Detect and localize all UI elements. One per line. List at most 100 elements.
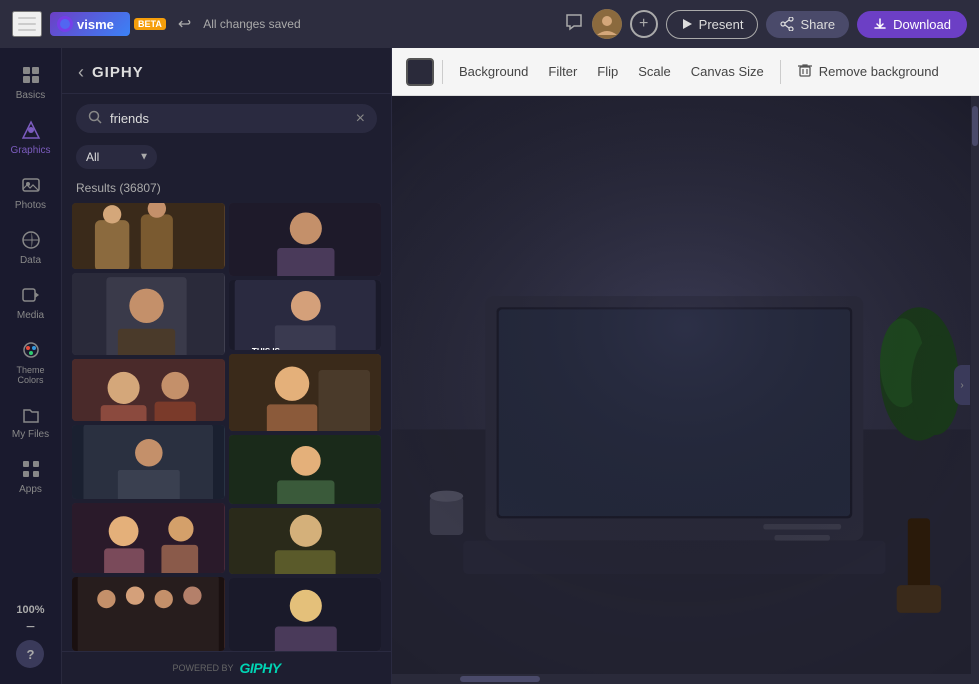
filter-wrapper: All GIFs Stickers Clips ▼	[76, 145, 157, 169]
gif-item[interactable]	[72, 203, 225, 269]
filter-select[interactable]: All GIFs Stickers Clips	[76, 145, 157, 169]
sidebar-item-my-files[interactable]: My Files	[3, 395, 59, 448]
gif-item[interactable]: THAT IS BRAND NEW INFORMATION!	[72, 359, 225, 421]
gif-item[interactable]	[72, 425, 225, 499]
gif-item[interactable]	[72, 577, 225, 651]
trash-icon	[797, 62, 813, 82]
apps-icon	[20, 458, 42, 480]
sidebar-item-theme-colors[interactable]: Theme Colors	[3, 331, 59, 393]
download-button[interactable]: Download	[857, 11, 967, 38]
add-collaborator-button[interactable]: +	[630, 10, 658, 38]
present-button[interactable]: Present	[666, 10, 759, 39]
sidebar-label-media: Media	[17, 310, 44, 321]
gif-thumbnail	[72, 577, 225, 651]
canvas-scene	[392, 96, 979, 674]
sidebar-label-basics: Basics	[16, 90, 45, 101]
gif-thumbnail: THAT IS BRAND NEW INFORMATION!	[72, 359, 225, 421]
basics-icon	[20, 64, 42, 86]
gif-grid: THAT IS BRAND NEW INFORMATION!	[62, 203, 391, 651]
search-input[interactable]	[110, 111, 348, 126]
giphy-branding: POWERED BY GIPHY	[62, 651, 391, 684]
sidebar-label-my-files: My Files	[12, 429, 49, 440]
graphics-icon	[20, 119, 42, 141]
toolbar-separator	[442, 60, 443, 84]
data-icon	[20, 229, 42, 251]
comment-icon	[564, 12, 584, 32]
gif-item[interactable]	[72, 503, 225, 573]
color-swatch[interactable]	[406, 58, 434, 86]
zoom-minus-button[interactable]: −	[26, 620, 35, 636]
gif-item[interactable]	[229, 578, 382, 651]
h-scrollbar-thumb[interactable]	[460, 676, 540, 682]
giphy-panel-title: GIPHY	[92, 64, 144, 81]
toolbar-separator-2	[780, 60, 781, 84]
main-area: Basics Graphics Photos Data Media	[0, 48, 979, 684]
scrollbar-thumb[interactable]	[972, 106, 978, 146]
collapse-panel-button[interactable]: ›	[954, 365, 970, 405]
media-icon	[20, 284, 42, 306]
gif-item[interactable]	[72, 273, 225, 355]
gif-thumbnail	[72, 273, 225, 355]
sidebar-item-basics[interactable]: Basics	[3, 56, 59, 109]
logo: visme BETA	[50, 12, 166, 36]
topbar-right: + Present Share Download	[564, 9, 967, 39]
menu-button[interactable]	[12, 11, 42, 37]
help-button[interactable]: ?	[16, 640, 44, 668]
sidebar-label-apps: Apps	[19, 484, 42, 495]
gif-item[interactable]	[229, 203, 382, 276]
gif-column-right: THIS IS UNBELIEVABLE!	[229, 203, 382, 651]
gif-thumbnail	[72, 425, 225, 499]
sidebar-item-data[interactable]: Data	[3, 221, 59, 274]
vertical-scrollbar[interactable]	[971, 96, 979, 674]
gif-item[interactable]: THIS IS UNBELIEVABLE!	[229, 280, 382, 349]
zoom-level: 100%	[16, 604, 44, 616]
giphy-header: ‹ GIPHY	[62, 48, 391, 94]
scale-button[interactable]: Scale	[630, 59, 679, 84]
avatar-image	[592, 9, 622, 39]
beta-badge: BETA	[134, 18, 166, 30]
sidebar-label-photos: Photos	[15, 200, 46, 211]
gif-thumbnail	[229, 578, 382, 651]
horizontal-scrollbar[interactable]	[392, 674, 979, 684]
share-icon	[780, 17, 794, 31]
remove-background-button[interactable]: Remove background	[789, 57, 947, 87]
svg-text:visme: visme	[77, 17, 114, 32]
gif-thumbnail	[229, 508, 382, 573]
flip-button[interactable]: Flip	[589, 59, 626, 84]
canvas-area: Background Filter Flip Scale Canvas Size…	[392, 48, 979, 684]
canvas-size-button[interactable]: Canvas Size	[683, 59, 772, 84]
logo-image: visme	[50, 12, 130, 36]
results-count: Results (36807)	[62, 177, 391, 203]
sidebar-label-theme-colors: Theme Colors	[7, 365, 55, 385]
sidebar-item-graphics[interactable]: Graphics	[3, 111, 59, 164]
search-icon	[88, 110, 102, 127]
topbar: visme BETA ↩ All changes saved + Present	[0, 0, 979, 48]
sidebar-item-media[interactable]: Media	[3, 276, 59, 329]
search-bar: ×	[76, 104, 377, 133]
photos-icon	[20, 174, 42, 196]
undo-button[interactable]: ↩	[174, 10, 195, 38]
sidebar-item-photos[interactable]: Photos	[3, 166, 59, 219]
filter-row: All GIFs Stickers Clips ▼	[62, 141, 391, 177]
gif-item[interactable]	[229, 354, 382, 431]
gif-thumbnail	[229, 354, 382, 431]
gif-item[interactable]	[229, 508, 382, 573]
share-button[interactable]: Share	[766, 11, 849, 38]
comment-button[interactable]	[564, 12, 584, 37]
sidebar-item-apps[interactable]: Apps	[3, 450, 59, 503]
giphy-panel: ‹ GIPHY × All GIFs Stickers Clips ▼ Resu…	[62, 48, 392, 684]
gif-column-left: THAT IS BRAND NEW INFORMATION!	[72, 203, 225, 651]
canvas-container[interactable]: ›	[392, 96, 979, 674]
sidebar-label-graphics: Graphics	[10, 145, 50, 156]
theme-colors-icon	[20, 339, 42, 361]
gif-item[interactable]	[229, 435, 382, 504]
play-icon	[681, 18, 693, 30]
gif-thumbnail: THIS IS UNBELIEVABLE!	[229, 280, 382, 349]
back-button[interactable]: ‹	[78, 62, 84, 83]
background-button[interactable]: Background	[451, 59, 536, 84]
avatar[interactable]	[592, 9, 622, 39]
filter-button[interactable]: Filter	[540, 59, 585, 84]
canvas-image	[392, 96, 979, 674]
clear-search-button[interactable]: ×	[356, 111, 365, 127]
logo-svg: visme	[55, 14, 125, 34]
